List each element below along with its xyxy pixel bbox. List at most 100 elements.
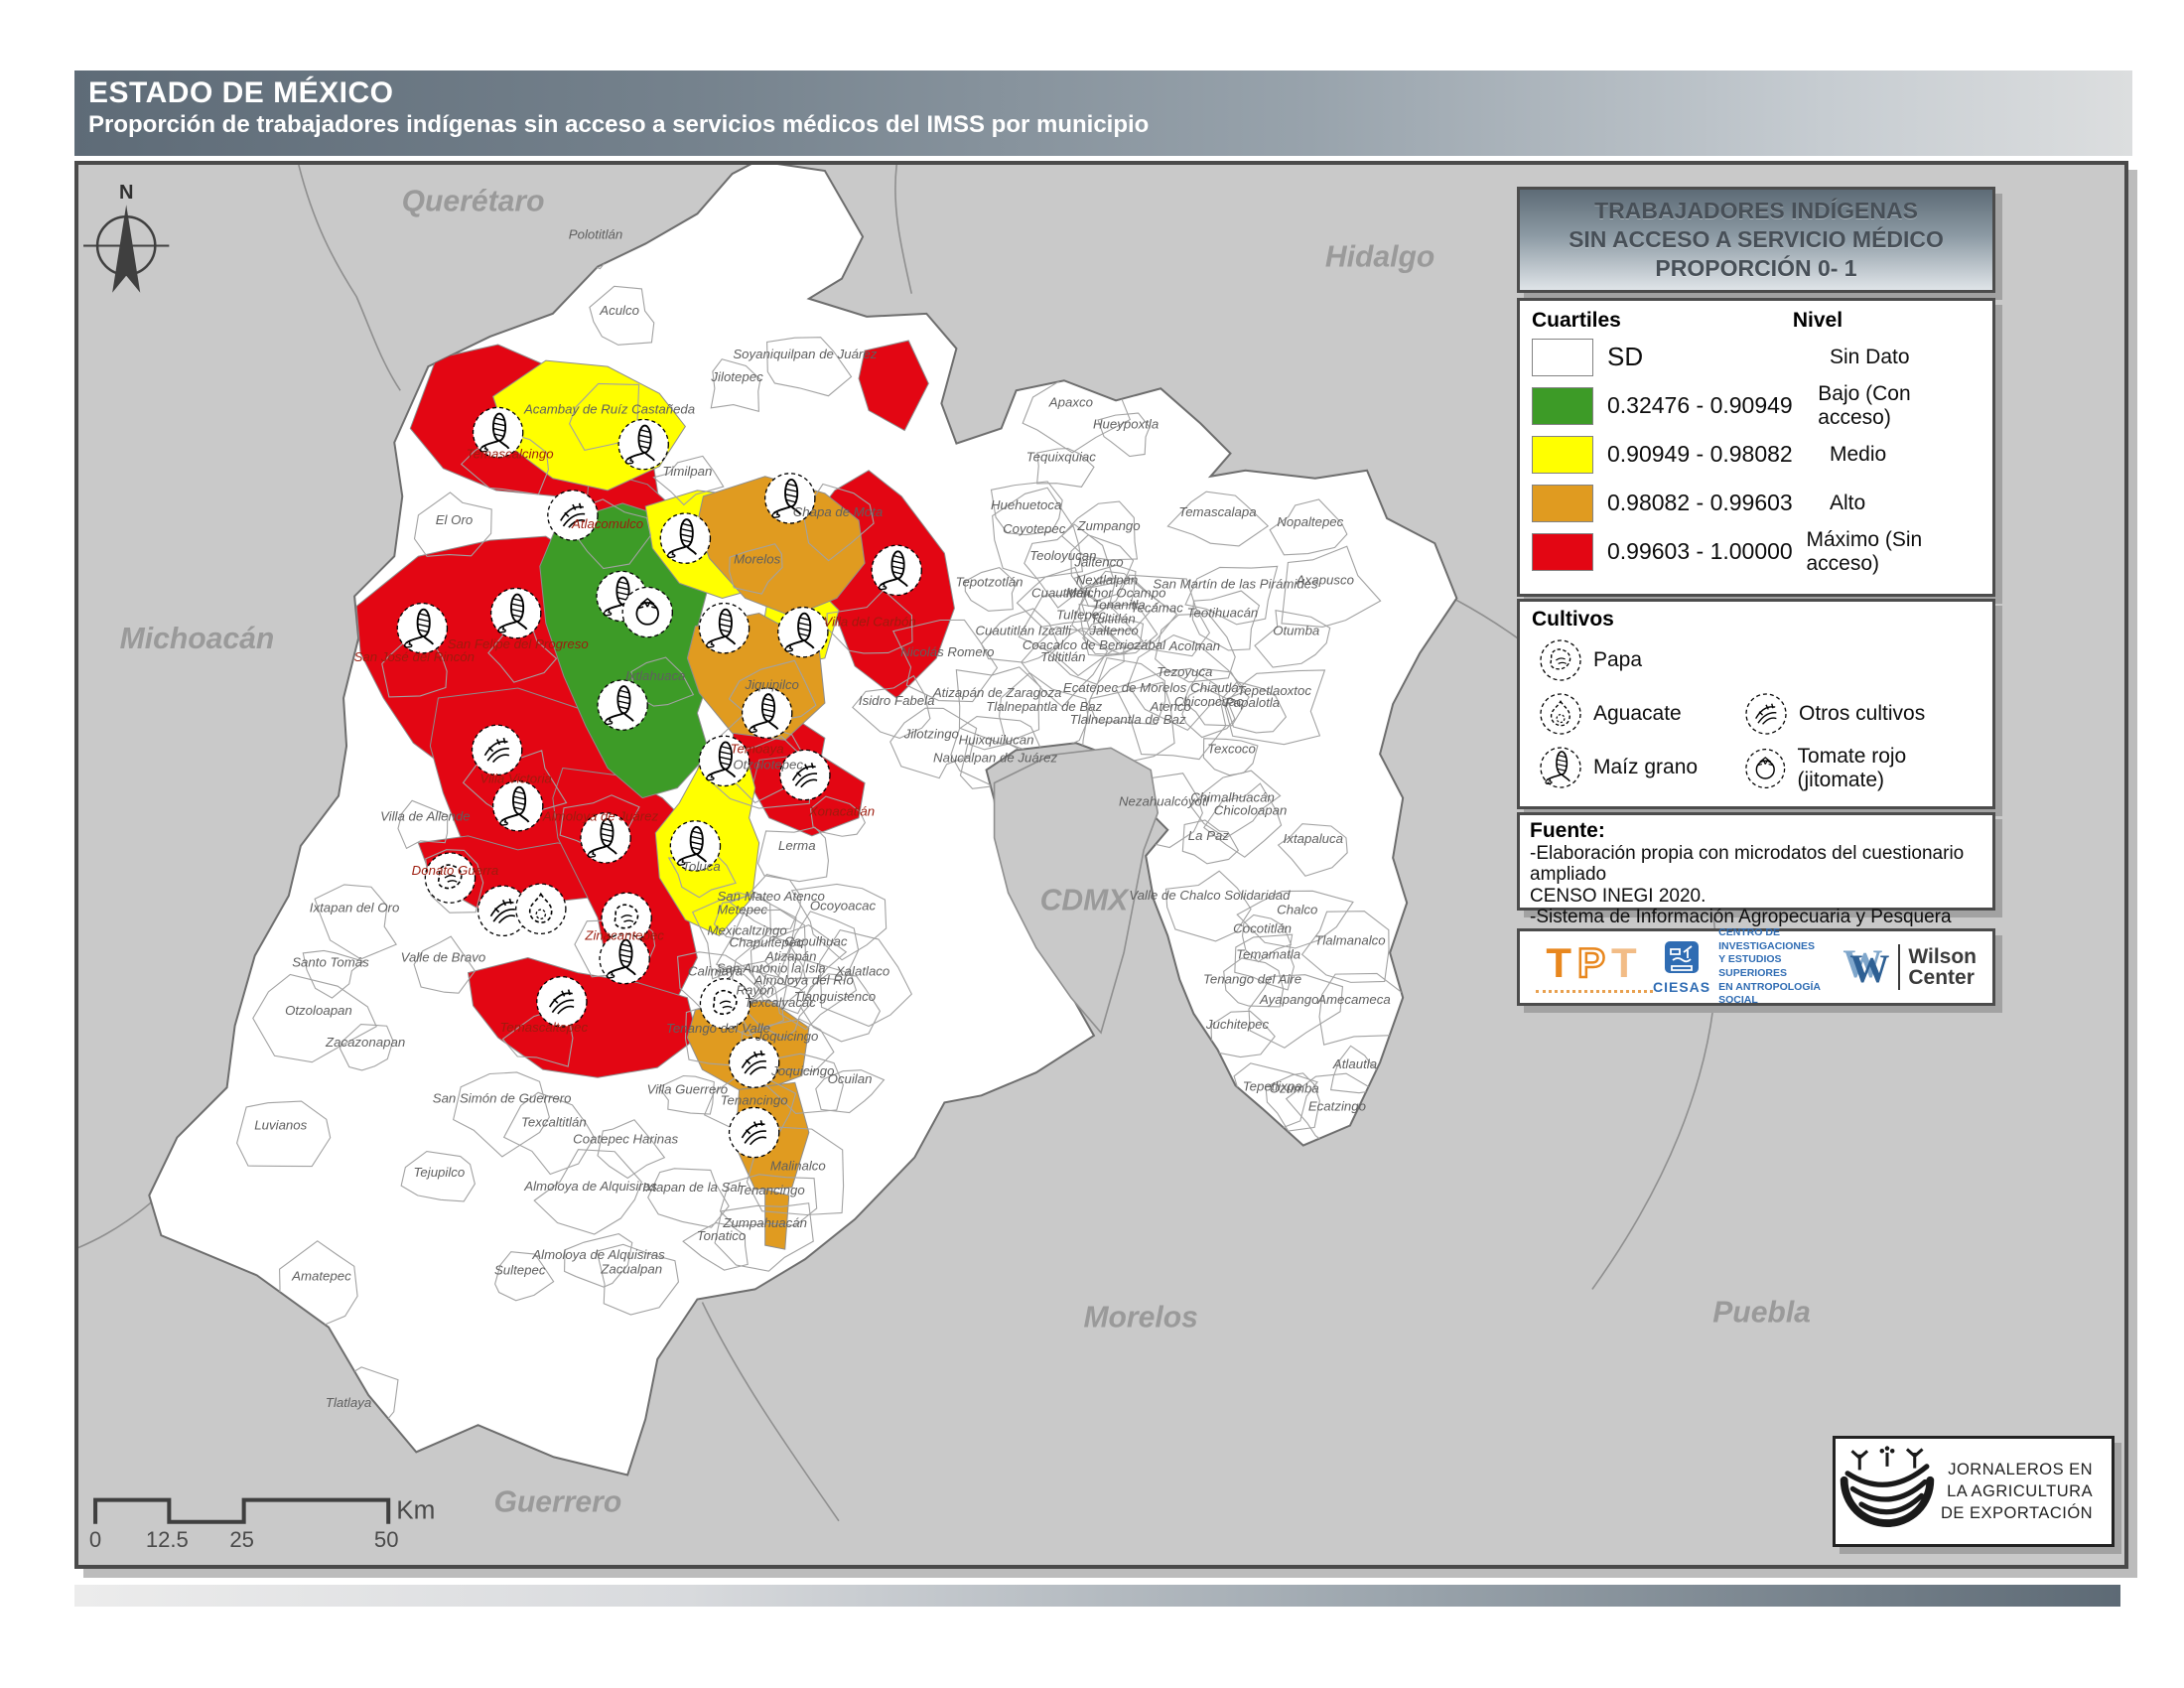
legend-title-line: PROPORCIÓN 0- 1 (1655, 254, 1856, 283)
municipality-label: Nicolás Romero (900, 644, 994, 659)
tomate-icon (1743, 746, 1788, 791)
municipality-label: Tejupilco (414, 1165, 466, 1180)
municipality-label: Jilotzingo (903, 726, 959, 741)
papa-icon (1538, 637, 1583, 683)
swatch-sin-dato (1532, 339, 1593, 376)
range-label: 0.32476 - 0.90949 (1607, 392, 1818, 419)
range-label: 0.90949 - 0.98082 (1607, 441, 1830, 468)
municipality-label: Tecámac (1131, 601, 1184, 616)
ciesas-line: CENTRO DE INVESTIGACIONES (1718, 926, 1843, 953)
municipality-label: Aculco (599, 303, 639, 318)
municipality-label: Ocoyoacac (810, 898, 877, 913)
municipality-label: Tianguistenco (794, 989, 876, 1004)
municipality-label: San José del Rincón (354, 649, 475, 664)
municipality-label: Zumpahuacán (722, 1215, 807, 1230)
crop-marker-aguacate (516, 884, 566, 933)
crop-marker-otros (548, 491, 598, 540)
municipality-label: Ayapango (1259, 992, 1319, 1007)
municipality-label: Morelos (734, 551, 780, 566)
ciesas-logo: CIESAS CENTRO DE INVESTIGACIONES Y ESTUD… (1653, 926, 1843, 1008)
state-label-hidalgo: Hidalgo (1325, 241, 1434, 274)
tpt-letters: TPT (1546, 942, 1642, 984)
fuente-line: -Elaboración propia con microdatos del c… (1530, 843, 1982, 886)
range-label: 0.98082 - 0.99603 (1607, 490, 1830, 516)
municipality-label: Timilpan (662, 464, 712, 479)
municipality-label: Zinacantepec (584, 927, 664, 942)
wilson-w-mark: WW (1843, 944, 1888, 990)
municipality-label: Valle de Bravo (401, 950, 486, 965)
page-title: ESTADO DE MÉXICO (88, 76, 2132, 111)
municipality-label: Tepotzotlán (956, 574, 1024, 589)
municipality-label: Zumpango (1076, 518, 1140, 533)
ciesas-icon (1664, 940, 1700, 978)
municipality-label: Teotihuacán (1187, 606, 1259, 621)
compass-north-label: N (119, 182, 133, 204)
municipality-label: Zacazonapan (325, 1035, 405, 1050)
crop-marker-otros (473, 725, 522, 774)
map-title-bar: ESTADO DE MÉXICO Proporción de trabajado… (74, 70, 2132, 156)
municipality-label: Tenancingo (721, 1092, 788, 1107)
municipality-label: Temascalapa (1178, 504, 1256, 519)
municipality-label: Polotitlán (569, 226, 622, 241)
municipality-label: Valle de Chalco Solidaridad (1129, 888, 1291, 903)
municipality-label: Villa de Allende (380, 809, 471, 824)
municipality-label: Chapa de Mota (793, 504, 884, 519)
legend-quartiles-box: Cuartiles Nivel SD Sin Dato 0.32476 - 0.… (1517, 298, 1995, 597)
municipality-label: Cocotitlán (1233, 920, 1292, 935)
municipality-label: Tlalmanalco (1314, 932, 1385, 947)
municipality-label: Tonatico (697, 1228, 747, 1243)
municipality-label: Villa Victoria (480, 772, 552, 786)
crop-marker-maiz (493, 781, 543, 831)
page-subtitle: Proporción de trabajadores indígenas sin… (88, 111, 2132, 140)
municipality-label: Santo Tomás (292, 955, 369, 970)
municipality-label: Texcoco (1207, 741, 1256, 756)
scale-tick-label: 25 (229, 1527, 254, 1552)
crop-marker-maiz (618, 419, 668, 469)
municipality-label: Coyotepec (1003, 521, 1066, 536)
municipality-label: El Oro (436, 512, 474, 527)
municipality-label: Calimaya (688, 964, 743, 979)
jornaleros-field-icon (1836, 1442, 1939, 1541)
legend-row-sd: SD Sin Dato (1532, 333, 1980, 381)
cultivo-label: Papa (1593, 648, 1642, 672)
municipality-label: Tultitlán (1040, 649, 1085, 664)
legend-row-medio: 0.90949 - 0.98082 Medio (1532, 430, 1980, 479)
municipality-label: Atizapán de Zaragoza (932, 685, 1062, 700)
bottom-gradient-strip (74, 1585, 2120, 1607)
municipality-label: Otzolotepec (733, 757, 803, 772)
cultivos-header: Cultivos (1532, 608, 1980, 632)
municipality-label: Huehuetoca (991, 497, 1061, 512)
municipality-label: La Paz (1188, 828, 1230, 843)
jornaleros-logo-box: JORNALEROS EN LA AGRICULTURA DE EXPORTAC… (1833, 1436, 2115, 1547)
municipality-label: Ocuilan (828, 1071, 873, 1086)
crop-marker-maiz (397, 604, 447, 653)
municipality-label: Apaxco (1048, 394, 1093, 409)
municipality-label: Tequixquiac (1026, 450, 1097, 465)
municipality-label: Almoloya de Alquisiras (531, 1247, 665, 1262)
municipality-label: Cuautitlán (1031, 585, 1091, 600)
state-label-puebla: Puebla (1712, 1297, 1811, 1330)
municipality-label: Acolman (1168, 638, 1221, 653)
municipality-label: Temascalcingo (467, 447, 554, 462)
municipality-label: Temoaya (731, 741, 784, 756)
otros-icon (1743, 691, 1789, 737)
legend-row-alto: 0.98082 - 0.99603 Alto (1532, 479, 1980, 527)
municipality-label: Donato Guerra (412, 863, 499, 878)
cultivo-item-aguacate: Aguacate (1538, 691, 1682, 737)
level-label: Medio (1830, 443, 1886, 467)
municipality-label: Amecameca (1316, 992, 1391, 1007)
cultivo-item-tomate: Tomate rojo (jitomate) (1743, 745, 1992, 792)
wilson-divider (1898, 944, 1900, 990)
municipality-label: Sultepec (494, 1262, 546, 1277)
municipality-label: Ozumba (1270, 1080, 1319, 1095)
municipality-label: Joquicingo (754, 1029, 818, 1044)
municipality-label: Capulhuac (784, 933, 848, 948)
municipality-label: Otzoloapan (285, 1003, 352, 1018)
level-label: Sin Dato (1830, 346, 1910, 369)
municipality-label: Tenango del Aire (1203, 972, 1301, 987)
municipality-label: Atlacomulco (571, 516, 643, 531)
ciesas-acronym: CIESAS (1653, 979, 1710, 995)
scale-unit-label: Km (396, 1495, 435, 1525)
municipality-label: Joquicingo (770, 1063, 834, 1078)
municipality-label: Toluca (682, 859, 721, 874)
